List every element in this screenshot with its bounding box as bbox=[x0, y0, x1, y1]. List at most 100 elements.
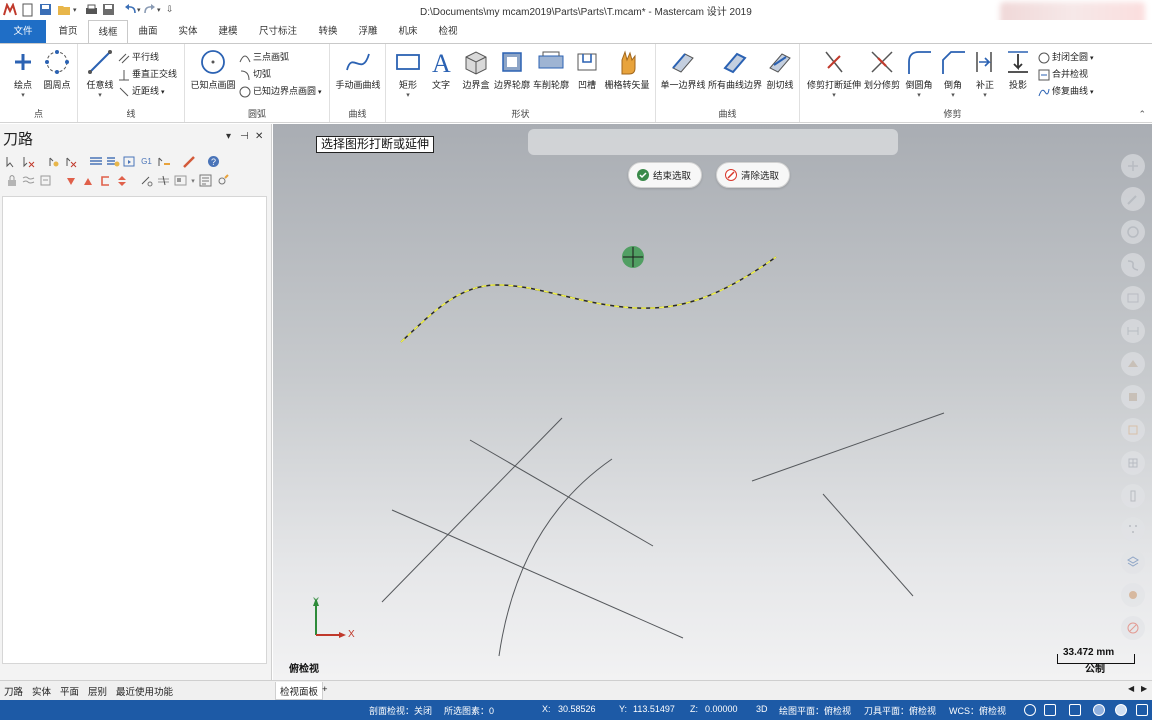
quick-mask-mesh-icon[interactable] bbox=[1121, 418, 1145, 442]
regenerate-selected-icon[interactable] bbox=[45, 153, 62, 170]
known-edge-circle-dropdown-icon[interactable]: ▾ bbox=[316, 89, 322, 96]
geometry-canvas[interactable]: X Y bbox=[273, 124, 1152, 680]
quick-mask-color-icon[interactable] bbox=[1121, 583, 1145, 607]
scroll-right-icon[interactable]: ▶ bbox=[1141, 684, 1147, 693]
quick-mask-points-icon[interactable] bbox=[1121, 517, 1145, 541]
open-dropdown-icon[interactable]: ▾ bbox=[73, 2, 77, 17]
closest-line-button[interactable]: 近距线 ▾ bbox=[118, 83, 164, 99]
join-entities-button[interactable]: 合并检视 bbox=[1038, 66, 1088, 82]
graphics-viewport[interactable]: X Y 选择图形打断或延伸 结束选取 清除选取 俯检视 33.472 mm 公制 bbox=[273, 124, 1152, 680]
g1-post-icon[interactable]: G1 bbox=[138, 153, 155, 170]
redo-dropdown-icon[interactable]: ▾ bbox=[157, 2, 161, 17]
modify-curve-dropdown-icon[interactable]: ▾ bbox=[1088, 89, 1094, 96]
fillet-button[interactable]: 倒圆角 ▾ bbox=[900, 48, 938, 99]
trim-break-extend-dropdown-icon[interactable]: ▾ bbox=[806, 91, 862, 99]
rectangle-button[interactable]: 矩形 ▾ bbox=[389, 48, 427, 99]
mode-3d-toggle[interactable]: 3D bbox=[756, 704, 768, 714]
quick-mask-layers-icon[interactable] bbox=[1121, 550, 1145, 574]
quick-mask-wrench-icon[interactable] bbox=[1121, 187, 1145, 211]
globe-view-icon[interactable] bbox=[1024, 704, 1036, 716]
lock-icon[interactable] bbox=[3, 172, 20, 189]
trim-break-extend-button[interactable]: 修剪打断延伸 ▾ bbox=[806, 48, 862, 99]
show-toolpath-icon[interactable] bbox=[172, 172, 189, 189]
tab-transform[interactable]: 转换 bbox=[308, 20, 348, 44]
wireframe-view-icon[interactable] bbox=[1069, 704, 1081, 716]
quick-mask-surface-icon[interactable] bbox=[1121, 286, 1145, 310]
collapse-ribbon-icon[interactable]: ⌃ bbox=[1138, 109, 1146, 120]
undo-dropdown-icon[interactable]: ▾ bbox=[137, 2, 141, 17]
tab-surfaces[interactable]: 曲面 bbox=[128, 20, 168, 44]
project-button[interactable]: 投影 bbox=[1000, 48, 1036, 91]
tab-relief[interactable]: 浮雕 bbox=[348, 20, 388, 44]
move-up-icon[interactable] bbox=[79, 172, 96, 189]
undo-icon[interactable] bbox=[124, 2, 137, 17]
show-stock-icon[interactable] bbox=[155, 172, 172, 189]
insert-arrow-icon[interactable] bbox=[96, 172, 113, 189]
high-feed-icon[interactable] bbox=[155, 153, 172, 170]
panel-pin-icon[interactable]: ⊣ bbox=[240, 131, 249, 142]
panel-close-icon[interactable]: ✕ bbox=[255, 131, 263, 142]
three-point-arc-button[interactable]: 三点画弧 bbox=[239, 49, 289, 65]
deselect-operations-icon[interactable] bbox=[20, 153, 37, 170]
perpendicular-line-button[interactable]: 垂直正交线 bbox=[118, 66, 177, 82]
open-folder-icon[interactable] bbox=[57, 2, 71, 17]
toolpath-tree[interactable] bbox=[2, 196, 267, 664]
endpoint-dropdown-icon[interactable]: ▾ bbox=[3, 91, 43, 99]
quick-mask-clear-icon[interactable] bbox=[1121, 616, 1145, 640]
circle-point-button[interactable]: 圆周点 bbox=[37, 48, 77, 91]
tab-wireframe[interactable]: 线框 bbox=[88, 20, 128, 44]
modify-curve-button[interactable]: 修复曲线 ▾ bbox=[1038, 83, 1093, 99]
customize-quick-access-icon[interactable]: ⇩ bbox=[166, 2, 174, 17]
show-geometry-icon[interactable] bbox=[138, 172, 155, 189]
select-all-operations-icon[interactable] bbox=[3, 153, 20, 170]
regenerate-dirty-icon[interactable] bbox=[62, 153, 79, 170]
wcs-status[interactable]: WCS：俯检视 bbox=[949, 704, 1006, 717]
bottom-tab-levels[interactable]: 层别 bbox=[88, 684, 107, 698]
bottom-tab-toolpaths[interactable]: 刀路 bbox=[4, 684, 23, 698]
bottom-tab-recent-functions[interactable]: 最近使用功能 bbox=[116, 684, 173, 698]
new-file-icon[interactable] bbox=[22, 2, 34, 17]
closest-line-dropdown-icon[interactable]: ▾ bbox=[159, 89, 165, 96]
clear-selection-button[interactable]: 清除选取 bbox=[716, 162, 791, 188]
quick-mask-cube-icon[interactable] bbox=[1121, 385, 1145, 409]
bounding-box-button[interactable]: 边界盒 bbox=[458, 48, 494, 91]
toggle-post-icon[interactable] bbox=[37, 172, 54, 189]
bottom-tab-solids[interactable]: 实体 bbox=[32, 684, 51, 698]
shaded-view-icon[interactable] bbox=[1093, 704, 1105, 716]
translucency-icon[interactable] bbox=[1115, 704, 1127, 716]
save-icon[interactable] bbox=[39, 2, 52, 17]
fillet-dropdown-icon[interactable]: ▾ bbox=[900, 91, 938, 99]
quick-mask-circle-icon[interactable] bbox=[1121, 220, 1145, 244]
manual-curve-button[interactable]: 手动画曲线 bbox=[334, 48, 382, 91]
close-all-arcs-dropdown-icon[interactable]: ▾ bbox=[1088, 55, 1094, 62]
quick-mask-bar-icon[interactable] bbox=[1121, 484, 1145, 508]
divide-trim-button[interactable]: 划分修剪 bbox=[862, 48, 902, 91]
groove-button[interactable]: 凹槽 bbox=[569, 48, 605, 91]
section-view-status[interactable]: 剖面检视：关闭 bbox=[369, 704, 432, 717]
quick-mask-grid-icon[interactable] bbox=[1121, 451, 1145, 475]
construction-plane-status[interactable]: 绘图平面：俯检视 bbox=[779, 704, 851, 717]
offset-button[interactable]: 补正 ▾ bbox=[967, 48, 1003, 99]
known-point-circle-button[interactable]: 已知点画圆 bbox=[189, 48, 237, 91]
tab-model-prep[interactable]: 建模 bbox=[208, 20, 248, 44]
any-line-button[interactable]: 任意线 ▾ bbox=[80, 48, 120, 99]
tool-plane-status[interactable]: 刀具平面：俯检视 bbox=[864, 704, 936, 717]
bottom-tab-planes[interactable]: 平面 bbox=[60, 684, 79, 698]
delete-operations-icon[interactable] bbox=[180, 153, 197, 170]
scroll-left-icon[interactable]: ◀ bbox=[1128, 684, 1134, 693]
post-output-icon[interactable] bbox=[197, 172, 214, 189]
end-selection-button[interactable]: 结束选取 bbox=[628, 162, 703, 188]
turn-profile-button[interactable]: 车削轮廓 bbox=[531, 48, 571, 91]
tab-machine[interactable]: 机床 bbox=[388, 20, 428, 44]
options-dropdown-icon[interactable]: ▾ bbox=[189, 172, 197, 189]
z-coordinate-value[interactable]: 0.00000 bbox=[705, 704, 738, 714]
help-icon[interactable]: ? bbox=[205, 153, 222, 170]
grid-arrow-button[interactable]: 栅格转矢量 bbox=[602, 48, 652, 91]
all-edges-curve-button[interactable]: 所有曲线边界 bbox=[708, 48, 762, 91]
simulate-icon[interactable] bbox=[121, 153, 138, 170]
add-viewsheet-button[interactable]: + bbox=[322, 684, 328, 695]
section-line-button[interactable]: 剖切线 bbox=[762, 48, 798, 91]
settings-tool-icon[interactable] bbox=[214, 172, 231, 189]
selection-toolbar[interactable] bbox=[528, 129, 898, 155]
save-as-icon[interactable] bbox=[102, 2, 115, 17]
